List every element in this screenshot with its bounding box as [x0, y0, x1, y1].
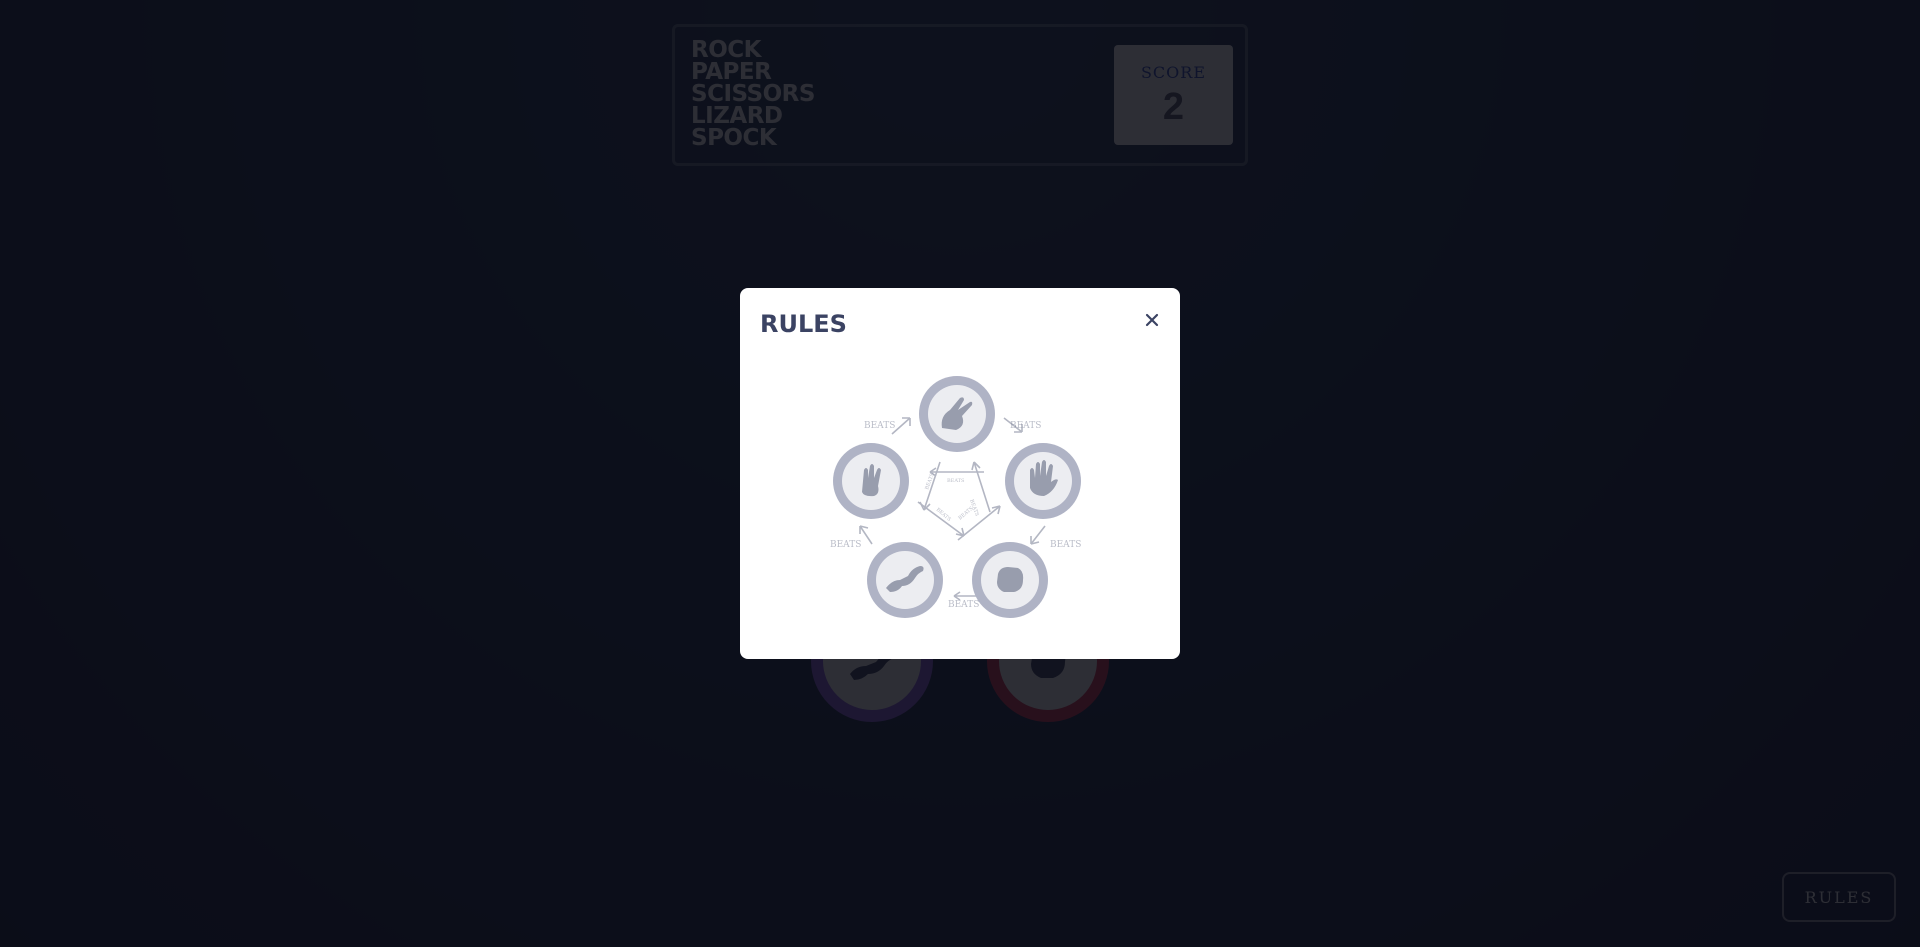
score-box: SCORE 2 — [1114, 45, 1233, 145]
title-line-spock: SPOCK — [691, 125, 777, 151]
modal-title: RULES — [760, 310, 847, 338]
game-title: ROCK PAPER SCISSORS LIZARD SPOCK — [691, 37, 815, 151]
rules-button[interactable]: RULES — [1782, 872, 1896, 922]
beats-label-4: BEATS — [948, 600, 979, 610]
spock-node — [833, 443, 909, 519]
beats-label-5: BEATS — [830, 540, 861, 550]
svg-text:BEATS: BEATS — [957, 505, 975, 521]
score-value: 2 — [1162, 86, 1185, 128]
spock-hand-icon — [862, 464, 881, 497]
rock-node — [972, 542, 1048, 618]
title-line-scissors: SCISSORS — [691, 81, 815, 107]
score-label: SCORE — [1140, 63, 1207, 82]
title-line-lizard: LIZARD — [691, 103, 783, 129]
rules-diagram: BEATS BEATS BEATS BEATS BEATS BEATS BEAT… — [830, 376, 1081, 618]
beats-label-1: BEATS — [864, 421, 895, 431]
paper-node — [1005, 443, 1081, 519]
rock-fist-icon — [997, 567, 1024, 592]
beats-label-3: BEATS — [1050, 540, 1081, 550]
close-icon[interactable] — [1140, 308, 1164, 332]
lizard-node — [867, 542, 943, 618]
title-line-paper: PAPER — [691, 59, 772, 85]
rules-modal: RULES BEATS BEATS BEATS BEATS BEATS BEAT… — [740, 288, 1180, 659]
title-line-rock: ROCK — [691, 37, 761, 63]
beats-label-2: BEATS — [1010, 421, 1041, 431]
scissors-node — [919, 376, 995, 452]
svg-text:BEATS: BEATS — [947, 478, 965, 484]
game-header: ROCK PAPER SCISSORS LIZARD SPOCK SCORE 2 — [672, 24, 1248, 166]
